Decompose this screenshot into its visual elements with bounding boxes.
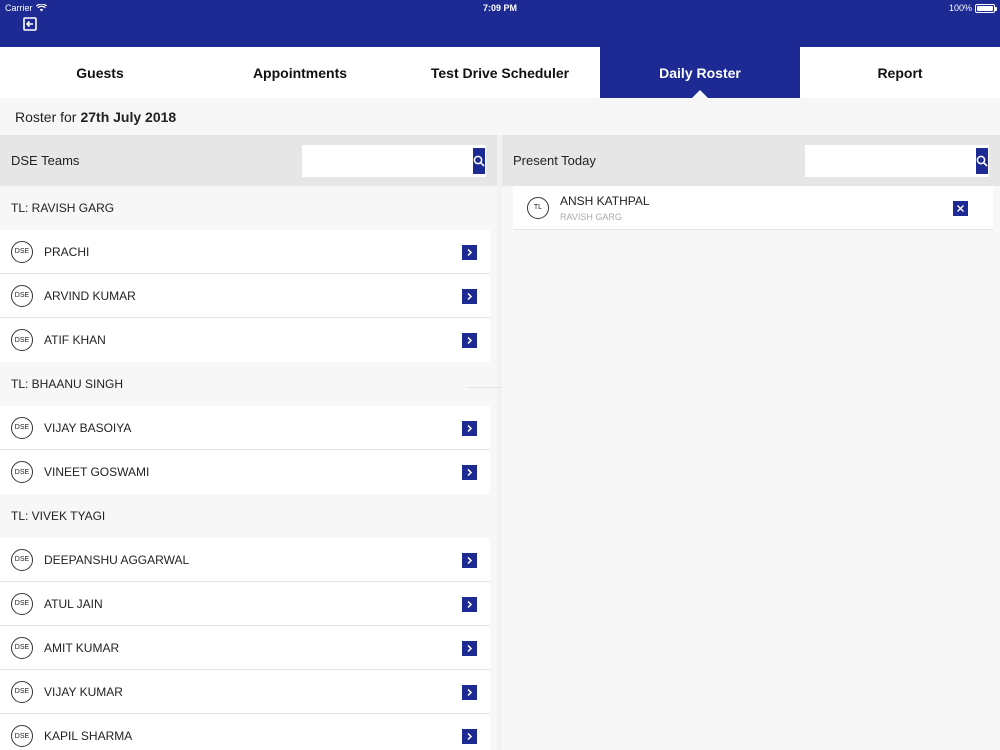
search-icon [976, 155, 988, 167]
dse-row[interactable]: DSE ATUL JAIN [0, 582, 490, 626]
add-present-button[interactable] [462, 553, 477, 568]
dse-teams-title: DSE Teams [11, 153, 80, 168]
dse-badge: DSE [11, 548, 33, 571]
battery-fill [977, 5, 993, 11]
dse-name: VIJAY KUMAR [44, 684, 123, 699]
roster-date: 27th July 2018 [80, 108, 177, 125]
dse-name: ARVIND KUMAR [44, 288, 136, 303]
dse-name: KAPIL SHARMA [44, 729, 133, 743]
logout-button[interactable] [20, 14, 40, 34]
dse-badge: DSE [11, 416, 33, 439]
chevron-right-icon [467, 688, 473, 697]
add-present-button[interactable] [462, 729, 477, 744]
dse-badge: DSE [11, 636, 33, 659]
present-text: ANSH KATHPAL RAVISH GARG [560, 194, 650, 222]
dse-name: DEEPANSHU AGGARWAL [44, 552, 190, 567]
dse-name: ATUL JAIN [44, 596, 103, 611]
present-name: ANSH KATHPAL [560, 193, 650, 208]
search-icon [473, 155, 485, 167]
dse-badge: DSE [11, 284, 33, 307]
dse-row[interactable]: DSE AMIT KUMAR [0, 626, 490, 670]
chevron-right-icon [467, 336, 473, 345]
dse-search-button[interactable] [473, 147, 485, 174]
present-today-header: Present Today [502, 135, 1000, 186]
add-present-button[interactable] [462, 597, 477, 612]
dse-team-list: TL: RAVISH GARG DSE PRACHI DSE ARVIND KUMAR D… [0, 186, 497, 750]
dse-name: PRACHI [44, 244, 90, 259]
team-leader-header: TL: RAVISH GARG [0, 186, 497, 230]
add-present-button[interactable] [462, 289, 477, 304]
team-leader-header: TL: VIVEK TYAGI [0, 494, 497, 538]
dse-row[interactable]: DSE KAPIL SHARMA [0, 714, 490, 750]
present-row: TL ANSH KATHPAL RAVISH GARG [513, 186, 993, 230]
chevron-right-icon [467, 600, 473, 609]
top-bar: Carrier 7:09 PM 100% [0, 0, 1000, 47]
dse-name: VINEET GOSWAMI [44, 465, 150, 479]
dse-row[interactable]: DSE PRACHI [0, 230, 490, 274]
present-search-input[interactable] [805, 144, 976, 177]
dse-badge: DSE [11, 329, 33, 351]
dse-badge: DSE [11, 725, 33, 747]
present-team-leader: RAVISH GARG [560, 211, 622, 222]
dse-name: VIJAY BASOIYA [44, 420, 132, 435]
chevron-right-icon [467, 644, 473, 653]
dse-row[interactable]: DSE VINEET GOSWAMI [0, 450, 490, 494]
team-leader-header: TL: BHAANU SINGH [0, 362, 497, 406]
status-time: 7:09 PM [482, 3, 517, 13]
dse-badge: DSE [11, 461, 33, 483]
roster-date-bar: Roster for 27th July 2018 [0, 98, 1000, 135]
add-present-button[interactable] [462, 465, 477, 480]
add-present-button[interactable] [462, 245, 477, 260]
close-icon [957, 205, 964, 212]
dse-row[interactable]: DSE ATIF KHAN [0, 318, 490, 362]
tab-test-drive-scheduler[interactable]: Test Drive Scheduler [400, 47, 600, 98]
dse-teams-panel: DSE Teams TL: RAVISH GARG DSE PRACHI DSE ARV… [0, 135, 497, 750]
main-tabs: Guests Appointments Test Drive Scheduler… [0, 47, 1000, 98]
dse-teams-header: DSE Teams [0, 135, 497, 186]
roster-prefix: Roster for [15, 108, 77, 125]
dse-row[interactable]: DSE VIJAY KUMAR [0, 670, 490, 714]
tab-appointments[interactable]: Appointments [200, 47, 400, 98]
present-search-box [805, 144, 989, 177]
chevron-right-icon [467, 248, 473, 257]
chevron-right-icon [467, 556, 473, 565]
exit-icon [23, 17, 37, 31]
remove-present-button[interactable] [953, 201, 968, 216]
add-present-button[interactable] [462, 685, 477, 700]
chevron-right-icon [467, 292, 473, 301]
dse-badge: DSE [11, 680, 33, 703]
tl-badge: TL [527, 196, 549, 219]
add-present-button[interactable] [462, 421, 477, 436]
add-present-button[interactable] [462, 641, 477, 656]
dse-badge: DSE [11, 592, 33, 615]
dse-row[interactable]: DSE ARVIND KUMAR [0, 274, 490, 318]
present-search-button[interactable] [976, 147, 988, 174]
present-today-panel: Present Today TL ANSH KATHPAL RAVISH GARG [502, 135, 1000, 750]
dse-search-input[interactable] [302, 144, 473, 177]
chevron-right-icon [467, 732, 473, 741]
tab-report[interactable]: Report [800, 47, 1000, 98]
dse-name: ATIF KHAN [44, 333, 106, 347]
tab-daily-roster[interactable]: Daily Roster [600, 47, 800, 98]
dse-row[interactable]: DSE DEEPANSHU AGGARWAL [0, 538, 490, 582]
dse-row[interactable]: DSE VIJAY BASOIYA [0, 406, 490, 450]
battery-percent: 100% [948, 3, 972, 13]
add-present-button[interactable] [462, 333, 477, 348]
present-list: TL ANSH KATHPAL RAVISH GARG [502, 186, 1000, 230]
status-battery: 100% [948, 3, 997, 13]
tab-guests[interactable]: Guests [0, 47, 200, 98]
chevron-right-icon [467, 468, 473, 477]
battery-icon [975, 3, 997, 13]
chevron-right-icon [467, 424, 473, 433]
present-today-title: Present Today [513, 153, 596, 168]
dse-name: AMIT KUMAR [44, 640, 120, 655]
dse-search-box [302, 144, 486, 177]
dse-badge: DSE [11, 240, 33, 263]
